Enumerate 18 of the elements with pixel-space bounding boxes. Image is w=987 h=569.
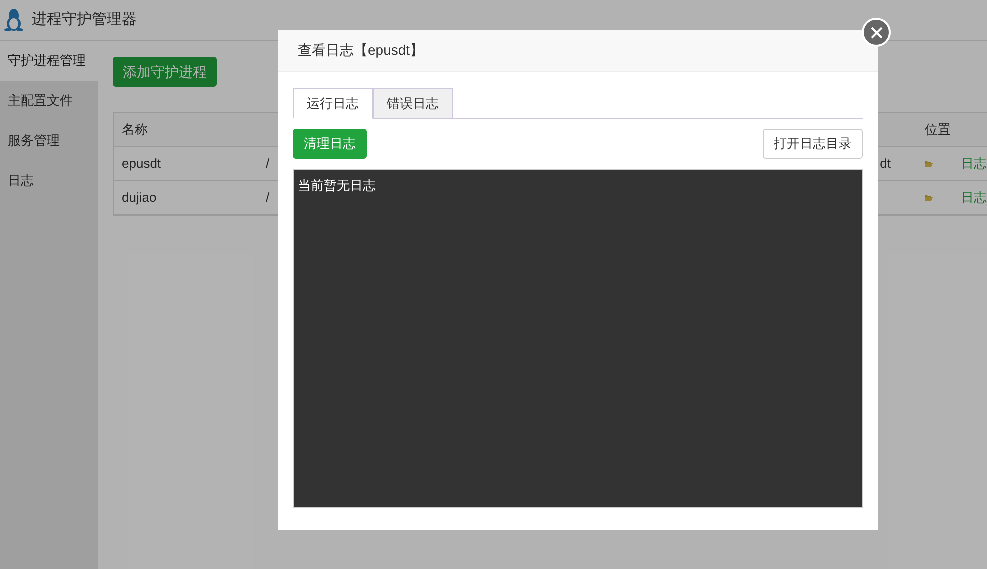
table-cell-text: epusdt <box>121 154 162 173</box>
table-cell: dt <box>880 156 891 171</box>
clear-log-button[interactable]: 清理日志 <box>293 129 367 159</box>
table-cell-text: / <box>266 154 271 173</box>
sidebar-item[interactable]: 守护进程管理 <box>0 41 98 81</box>
app-title: 进程守护管理器 <box>32 10 137 30</box>
table-cell-text: / <box>266 188 271 207</box>
dialog-title: 查看日志【epusdt】 <box>298 41 424 60</box>
tab[interactable]: 错误日志 <box>373 88 453 119</box>
open-log-folder-button[interactable]: 打开日志目录 <box>763 129 863 159</box>
penguin-icon <box>4 8 24 32</box>
table-cell-text: dujiao <box>121 188 158 207</box>
close-icon <box>870 26 882 38</box>
tab[interactable]: 运行日志 <box>293 88 373 119</box>
column-header: 位置 <box>924 120 952 139</box>
close-button[interactable] <box>862 18 891 47</box>
log-message: 当前暂无日志 <box>298 178 376 193</box>
column-header: 名称 <box>121 120 149 139</box>
